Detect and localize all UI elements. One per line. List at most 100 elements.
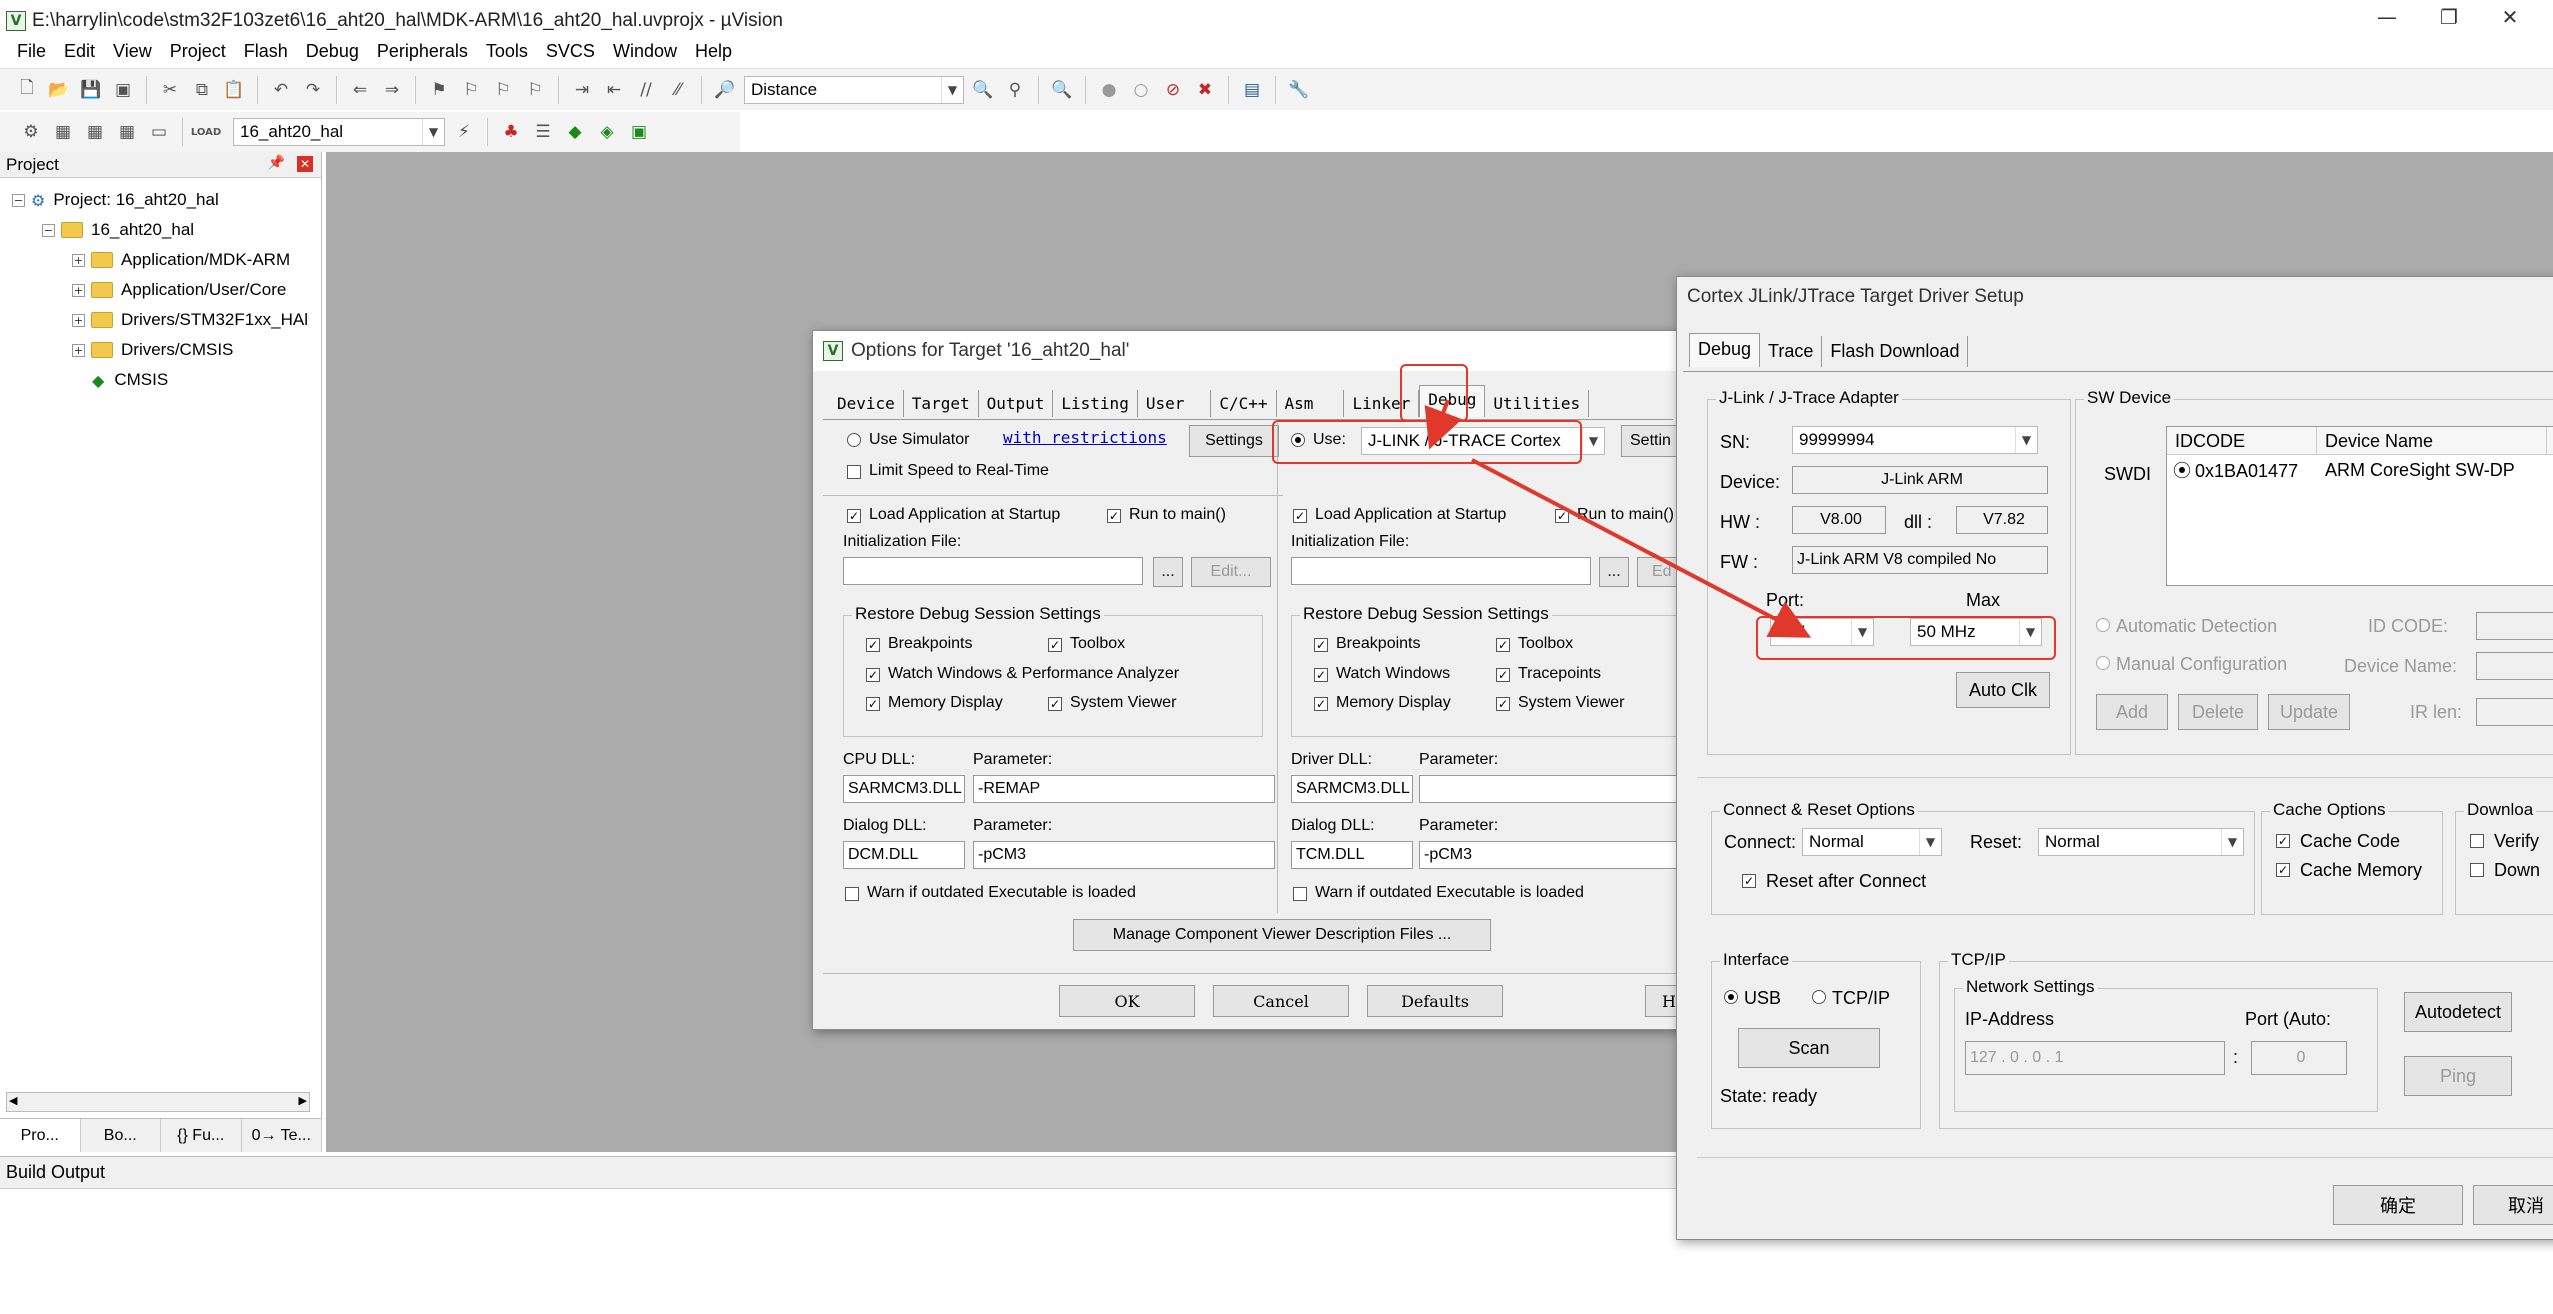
tree-item-target[interactable]: − 16_aht20_hal (42, 216, 194, 244)
cache-memory-checkbox[interactable]: ✓ (2276, 863, 2290, 877)
tree-item-cmsis[interactable]: ◆ CMSIS (92, 366, 168, 394)
copy-icon[interactable]: ⧉ (189, 77, 215, 103)
indent-icon[interactable]: ⇥ (569, 77, 595, 103)
ok-button[interactable]: OK (1059, 985, 1195, 1017)
menu-svcs[interactable]: SVCS (537, 41, 604, 62)
nav-forward-icon[interactable]: ⇒ (379, 77, 405, 103)
window-layout-icon[interactable]: ▤ (1239, 77, 1265, 103)
comment-icon[interactable]: // (633, 77, 659, 103)
menu-debug[interactable]: Debug (297, 41, 368, 62)
unindent-icon[interactable]: ⇤ (601, 77, 627, 103)
download-icon[interactable]: LOAD (191, 119, 221, 145)
port-input[interactable]: 0 (2251, 1041, 2347, 1075)
sw-device-table[interactable]: IDCODE Device Name ⦿ 0x1BA01477 ARM CoreS… (2166, 426, 2553, 586)
find-in-files-icon[interactable]: 🔎 (712, 77, 738, 103)
ping-button[interactable]: Ping (2404, 1056, 2512, 1096)
update-button[interactable]: Update (2268, 694, 2350, 730)
ok-button[interactable]: 确定 (2333, 1185, 2463, 1225)
rebuild-icon[interactable]: ▦ (82, 119, 108, 145)
find-icon[interactable]: 🔍 (970, 77, 996, 103)
cpu-param-input[interactable]: -REMAP (973, 775, 1275, 803)
driver-param-input[interactable] (1419, 775, 1683, 803)
tree-item-group[interactable]: + Application/MDK-ARM (72, 246, 290, 274)
menu-peripherals[interactable]: Peripherals (368, 41, 477, 62)
expand-icon[interactable]: + (72, 283, 85, 297)
chevron-down-icon[interactable]: ▼ (1582, 428, 1604, 454)
save-icon[interactable]: 💾 (78, 77, 104, 103)
scan-button[interactable]: Scan (1738, 1028, 1880, 1068)
run-to-main-checkbox[interactable]: ✓ (1555, 509, 1569, 523)
add-button[interactable]: Add (2096, 694, 2168, 730)
sn-combo[interactable]: 99999994 ▼ (1792, 426, 2038, 454)
ir-len-input[interactable] (2476, 698, 2553, 726)
incremental-find-icon[interactable]: ⚲ (1002, 77, 1028, 103)
memory-display-checkbox[interactable]: ✓ (1314, 697, 1328, 711)
stop-build-icon[interactable]: ▭ (146, 119, 172, 145)
tree-item-group[interactable]: + Drivers/CMSIS (72, 336, 233, 364)
cancel-button[interactable]: Cancel (1213, 985, 1349, 1017)
expand-icon[interactable]: + (72, 343, 85, 357)
menu-edit[interactable]: Edit (55, 41, 104, 62)
cpu-dll-input[interactable]: SARMCM3.DLL (843, 775, 965, 803)
cut-icon[interactable]: ✂ (157, 77, 183, 103)
bookmark-icon[interactable]: ⚑ (426, 77, 452, 103)
scroll-right-icon[interactable]: ▶ (299, 1094, 307, 1107)
open-file-icon[interactable]: 📂 (46, 77, 72, 103)
cache-code-checkbox[interactable]: ✓ (2276, 834, 2290, 848)
system-viewer-checkbox[interactable]: ✓ (1048, 697, 1062, 711)
select-packs-icon[interactable]: ◈ (594, 119, 620, 145)
manage-rte-icon[interactable]: ◆ (562, 119, 588, 145)
ip-address-input[interactable]: 127 . 0 . 0 . 1 (1965, 1041, 2225, 1075)
undo-icon[interactable]: ↶ (268, 77, 294, 103)
toolbox-checkbox[interactable]: ✓ (1496, 638, 1510, 652)
menu-help[interactable]: Help (686, 41, 741, 62)
warn-outdated-checkbox[interactable] (845, 887, 859, 901)
tab-output[interactable]: Output (979, 390, 1054, 417)
nav-back-icon[interactable]: ⇐ (347, 77, 373, 103)
paste-icon[interactable]: 📋 (221, 77, 247, 103)
scroll-left-icon[interactable]: ◀ (9, 1094, 17, 1107)
delete-button[interactable]: Delete (2178, 694, 2258, 730)
tab-flash-download[interactable]: Flash Download (1822, 336, 1969, 367)
tab-utilities[interactable]: Utilities (1485, 390, 1590, 417)
table-row[interactable]: ⦿ 0x1BA01477 ARM CoreSight SW-DP (2167, 455, 2553, 485)
autodetect-button[interactable]: Autodetect (2404, 992, 2512, 1032)
dialog-dll-input[interactable]: DCM.DLL (843, 841, 965, 869)
restore-icon[interactable]: ❐ (2424, 0, 2474, 34)
use-simulator-radio[interactable] (847, 433, 861, 447)
menu-tools[interactable]: Tools (477, 41, 537, 62)
driver-dll-input[interactable]: SARMCM3.DLL (1291, 775, 1413, 803)
tab-functions[interactable]: {} Fu... (161, 1119, 242, 1152)
toolbox-checkbox[interactable]: ✓ (1048, 638, 1062, 652)
tab-cpp[interactable]: C/C++ (1211, 390, 1277, 417)
dialog-dll-input[interactable]: TCM.DLL (1291, 841, 1413, 869)
manage-component-viewer-button[interactable]: Manage Component Viewer Description File… (1073, 919, 1491, 951)
tree-item-project[interactable]: − ⚙ Project: 16_aht20_hal (12, 186, 219, 214)
tab-templates[interactable]: 0→ Te... (242, 1119, 322, 1152)
kill-breakpoints-icon[interactable]: ✖ (1192, 77, 1218, 103)
connect-combo[interactable]: Normal ▼ (1802, 828, 1942, 856)
tab-device[interactable]: Device (829, 390, 904, 417)
menu-flash[interactable]: Flash (235, 41, 297, 62)
tab-target[interactable]: Target (904, 390, 979, 417)
dialog-param-input[interactable]: -pCM3 (973, 841, 1275, 869)
tree-item-group[interactable]: + Drivers/STM32F1xx_HAl (72, 306, 308, 334)
breakpoints-checkbox[interactable]: ✓ (866, 638, 880, 652)
manage-components-icon[interactable]: ♣ (498, 119, 524, 145)
find-combo[interactable]: Distance ▼ (744, 75, 964, 104)
auto-clk-button[interactable]: Auto Clk (1956, 672, 2050, 708)
pin-icon[interactable]: 📌 (268, 155, 285, 171)
pack-installer-icon[interactable]: ▣ (626, 119, 652, 145)
init-file-input[interactable] (1291, 557, 1591, 585)
chevron-down-icon[interactable]: ▼ (1919, 829, 1941, 855)
tab-books[interactable]: Bo... (81, 1119, 161, 1152)
tab-debug[interactable]: Debug (1689, 333, 1761, 367)
reset-combo[interactable]: Normal ▼ (2038, 828, 2244, 856)
batch-build-icon[interactable]: ▦ (114, 119, 140, 145)
chevron-down-icon[interactable]: ▼ (422, 119, 444, 145)
target-options-icon[interactable]: ⚡ (451, 119, 477, 145)
warn-outdated-checkbox[interactable] (1293, 887, 1307, 901)
chevron-down-icon[interactable]: ▼ (2015, 427, 2037, 453)
collapse-icon[interactable]: − (42, 223, 55, 237)
debug-session-icon[interactable]: 🔍 (1049, 77, 1075, 103)
